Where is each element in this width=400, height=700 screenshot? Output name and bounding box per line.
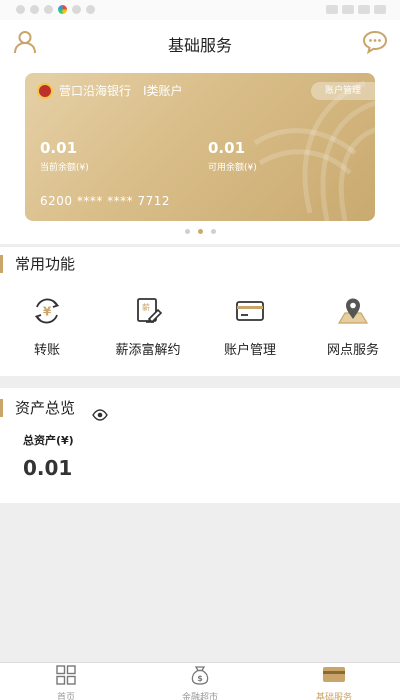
account-card-carousel[interactable]: 营口沿海银行 Ⅰ类账户 账户管理 0.01 当前余额(¥) 0.01 可用余额(… bbox=[0, 64, 400, 244]
total-assets-value: 0.01 bbox=[23, 456, 73, 480]
account-manage-button[interactable]: 账户管理 bbox=[310, 82, 375, 100]
map-pin-icon bbox=[337, 298, 369, 324]
salary-cancel-icon: 薪 bbox=[137, 298, 163, 324]
assets-overview-section: 资产总览 总资产(¥) 0.01 bbox=[0, 388, 400, 503]
header: 基础服务 bbox=[0, 20, 400, 64]
current-balance-label: 当前余额(¥) bbox=[40, 163, 89, 173]
transfer-icon: ¥ bbox=[34, 298, 60, 324]
app-logo-icon bbox=[58, 5, 67, 14]
tab-label: 首页 bbox=[56, 693, 75, 700]
section-title: 常用功能 bbox=[0, 255, 75, 273]
function-account-manage[interactable]: 账户管理 bbox=[200, 295, 300, 358]
available-balance-label: 可用余额(¥) bbox=[208, 163, 257, 173]
svg-text:薪: 薪 bbox=[142, 302, 150, 312]
money-bag-icon: $ bbox=[191, 666, 209, 685]
pager-dot-active[interactable] bbox=[197, 229, 203, 234]
account-number: 6200 **** **** 7712 bbox=[40, 194, 171, 208]
function-label: 网点服务 bbox=[326, 343, 379, 358]
card-icon bbox=[323, 667, 345, 682]
status-bar bbox=[0, 0, 400, 20]
tab-label: 基础服务 bbox=[315, 693, 352, 700]
carousel-pager bbox=[0, 229, 400, 234]
section-title: 资产总览 bbox=[0, 399, 75, 417]
tab-basic-services[interactable]: 基础服务 bbox=[294, 665, 374, 700]
grid-icon bbox=[56, 665, 76, 685]
page-title: 基础服务 bbox=[167, 36, 232, 55]
function-salary-cancel[interactable]: 薪 薪添富解约 bbox=[98, 295, 198, 358]
tab-finance-market[interactable]: $ 金融超市 bbox=[160, 665, 240, 700]
function-label: 转账 bbox=[33, 343, 60, 358]
bank-name: 营口沿海银行 bbox=[59, 84, 132, 98]
pager-dot[interactable] bbox=[184, 229, 190, 234]
function-label: 薪添富解约 bbox=[115, 343, 181, 358]
tab-label: 金融超市 bbox=[181, 693, 218, 700]
account-type: Ⅰ类账户 bbox=[143, 84, 183, 98]
bank-logo-icon bbox=[37, 82, 53, 99]
function-transfer[interactable]: ¥ 转账 bbox=[0, 295, 97, 358]
eye-icon[interactable] bbox=[92, 409, 108, 421]
bottom-tab-bar: 首页 $ 金融超市 基础服务 bbox=[0, 662, 400, 700]
function-label: 账户管理 bbox=[223, 343, 276, 358]
svg-text:$: $ bbox=[197, 674, 203, 683]
available-balance: 0.01 bbox=[208, 139, 246, 157]
tab-home[interactable]: 首页 bbox=[26, 665, 106, 700]
pager-dot[interactable] bbox=[210, 229, 216, 234]
svg-text:¥: ¥ bbox=[43, 305, 52, 319]
total-assets-label: 总资产(¥) bbox=[23, 434, 74, 447]
card-icon bbox=[236, 301, 264, 321]
account-card[interactable]: 营口沿海银行 Ⅰ类账户 账户管理 0.01 当前余额(¥) 0.01 可用余额(… bbox=[25, 73, 375, 221]
chat-icon[interactable] bbox=[362, 30, 388, 55]
common-functions-section: 常用功能 ¥ 转账 薪 薪添富解约 账户管理 网点服务 bbox=[0, 247, 400, 376]
current-balance: 0.01 bbox=[40, 139, 78, 157]
function-branch-service[interactable]: 网点服务 bbox=[303, 295, 400, 358]
